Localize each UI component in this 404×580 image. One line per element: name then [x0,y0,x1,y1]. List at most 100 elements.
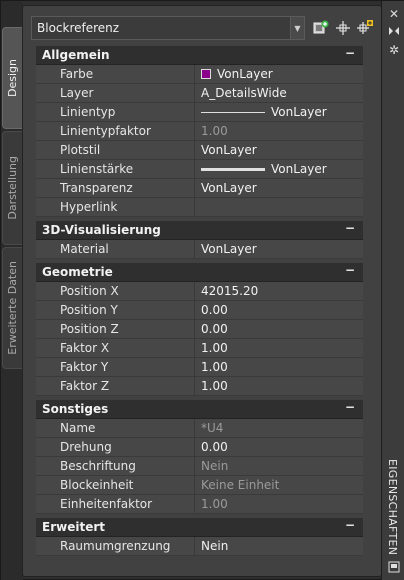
property-label: Material [36,240,195,258]
property-value[interactable]: 1.00 [195,377,363,395]
toggle-pickadd-icon[interactable] [355,18,375,38]
section-title: Allgemein [42,48,110,62]
table-row[interactable]: Einheitenfaktor 1.00 [36,495,363,514]
palette-title-bar: ✕ ✲ EIGENSCHAFTEN [381,1,404,580]
section-geometrie[interactable]: Geometrie − [36,263,363,282]
object-type-select[interactable]: Blockreferenz ▼ [31,16,305,40]
table-row[interactable]: Beschriftung Nein [36,457,363,476]
properties-icon[interactable] [387,561,401,575]
table-row[interactable]: Name *U4 [36,419,363,438]
property-label: Transparenz [36,179,195,197]
collapse-icon[interactable]: − [345,400,355,414]
property-label: Faktor Y [36,358,195,376]
property-value: 1.00 [195,495,363,513]
lineweight-preview-icon [201,167,265,171]
section-title: Sonstiges [42,402,109,416]
property-value[interactable]: A_DetailsWide [195,84,363,102]
property-value[interactable]: VonLayer [195,160,363,178]
table-row[interactable]: Linientypfaktor 1.00 [36,122,363,141]
property-value[interactable]: Nein [195,537,363,555]
property-label: Position Z [36,320,195,338]
property-label: Position Y [36,301,195,319]
tab-erweiterte-daten[interactable]: Erweiterte Daten [2,247,22,369]
property-value[interactable]: VonLayer [195,141,363,159]
table-row[interactable]: Linienstärke VonLayer [36,160,363,179]
section-erweitert[interactable]: Erweitert − [36,518,363,537]
quick-select-icon[interactable] [311,18,331,38]
collapse-icon[interactable]: − [345,221,355,235]
collapse-icon[interactable]: − [345,518,355,532]
close-icon[interactable]: ✕ [387,7,401,21]
tab-darstellung[interactable]: Darstellung [2,131,22,245]
property-value[interactable] [195,198,363,216]
table-row[interactable]: Blockeinheit Keine Einheit [36,476,363,495]
table-row[interactable]: Hyperlink [36,198,363,217]
table-row[interactable]: Linientyp VonLayer [36,103,363,122]
property-value[interactable]: 1.00 [195,358,363,376]
table-row[interactable]: Raumumgrenzung Nein [36,537,363,556]
property-value[interactable]: VonLayer [195,103,363,121]
table-row[interactable]: Drehung 0.00 [36,438,363,457]
table-row[interactable]: Faktor Y 1.00 [36,358,363,377]
toolbar: Blockreferenz ▼ [31,16,375,40]
property-value[interactable]: 1.00 [195,339,363,357]
table-row[interactable]: Position Z 0.00 [36,320,363,339]
property-value[interactable]: VonLayer [195,240,363,258]
select-objects-icon[interactable] [333,18,353,38]
property-value[interactable]: 0.00 [195,438,363,456]
property-label: Name [36,419,195,437]
section-title: Erweitert [42,520,105,534]
settings-icon[interactable]: ✲ [387,43,401,57]
table-row[interactable]: Faktor X 1.00 [36,339,363,358]
property-label: Farbe [36,65,195,83]
property-value[interactable]: 0.00 [195,320,363,338]
section-title: 3D-Visualisierung [42,223,161,237]
property-label: Linientyp [36,103,195,121]
properties-panel: Blockreferenz ▼ Allgemein − Farbe VonLay… [22,5,382,577]
property-label: Faktor Z [36,377,195,395]
chevron-down-icon[interactable]: ▼ [290,17,304,39]
property-label: Hyperlink [36,198,195,216]
collapse-icon[interactable]: − [345,263,355,277]
palette-title: EIGENSCHAFTEN [386,459,399,556]
property-value[interactable]: 1.00 [195,122,363,140]
property-grid: Allgemein − Farbe VonLayer Layer A_Detai… [36,46,363,556]
section-3d-visualisierung[interactable]: 3D-Visualisierung − [36,221,363,240]
property-value[interactable]: VonLayer [195,179,363,197]
section-allgemein[interactable]: Allgemein − [36,46,363,65]
table-row[interactable]: Faktor Z 1.00 [36,377,363,396]
table-row[interactable]: Material VonLayer [36,240,363,259]
table-row[interactable]: Farbe VonLayer [36,65,363,84]
property-label: Drehung [36,438,195,456]
autohide-icon[interactable] [387,25,401,39]
property-label: Linientypfaktor [36,122,195,140]
property-label: Position X [36,282,195,300]
property-value[interactable]: VonLayer [195,65,363,83]
property-value: Nein [195,457,363,475]
object-type-value: Blockreferenz [37,21,120,35]
color-swatch-icon [201,69,211,79]
table-row[interactable]: Position X 42015.20 [36,282,363,301]
properties-palette: Design Darstellung Erweiterte Daten Bloc… [0,0,404,580]
section-sonstiges[interactable]: Sonstiges − [36,400,363,419]
property-label: Plotstil [36,141,195,159]
tab-darstellung-label: Darstellung [6,156,19,220]
tab-design[interactable]: Design [2,27,22,129]
tab-erweiterte-daten-label: Erweiterte Daten [6,261,19,355]
property-label: Beschriftung [36,457,195,475]
property-value[interactable]: 42015.20 [195,282,363,300]
property-value[interactable]: 0.00 [195,301,363,319]
table-row[interactable]: Layer A_DetailsWide [36,84,363,103]
property-value-text: VonLayer [271,105,327,119]
collapse-icon[interactable]: − [345,46,355,60]
palette-tabs: Design Darstellung Erweiterte Daten [1,1,23,580]
property-value: Keine Einheit [195,476,363,494]
table-row[interactable]: Position Y 0.00 [36,301,363,320]
table-row[interactable]: Plotstil VonLayer [36,141,363,160]
section-title: Geometrie [42,265,113,279]
property-value-text: VonLayer [271,162,327,176]
table-row[interactable]: Transparenz VonLayer [36,179,363,198]
property-value: *U4 [195,419,363,437]
tab-design-label: Design [6,59,19,97]
property-label: Faktor X [36,339,195,357]
